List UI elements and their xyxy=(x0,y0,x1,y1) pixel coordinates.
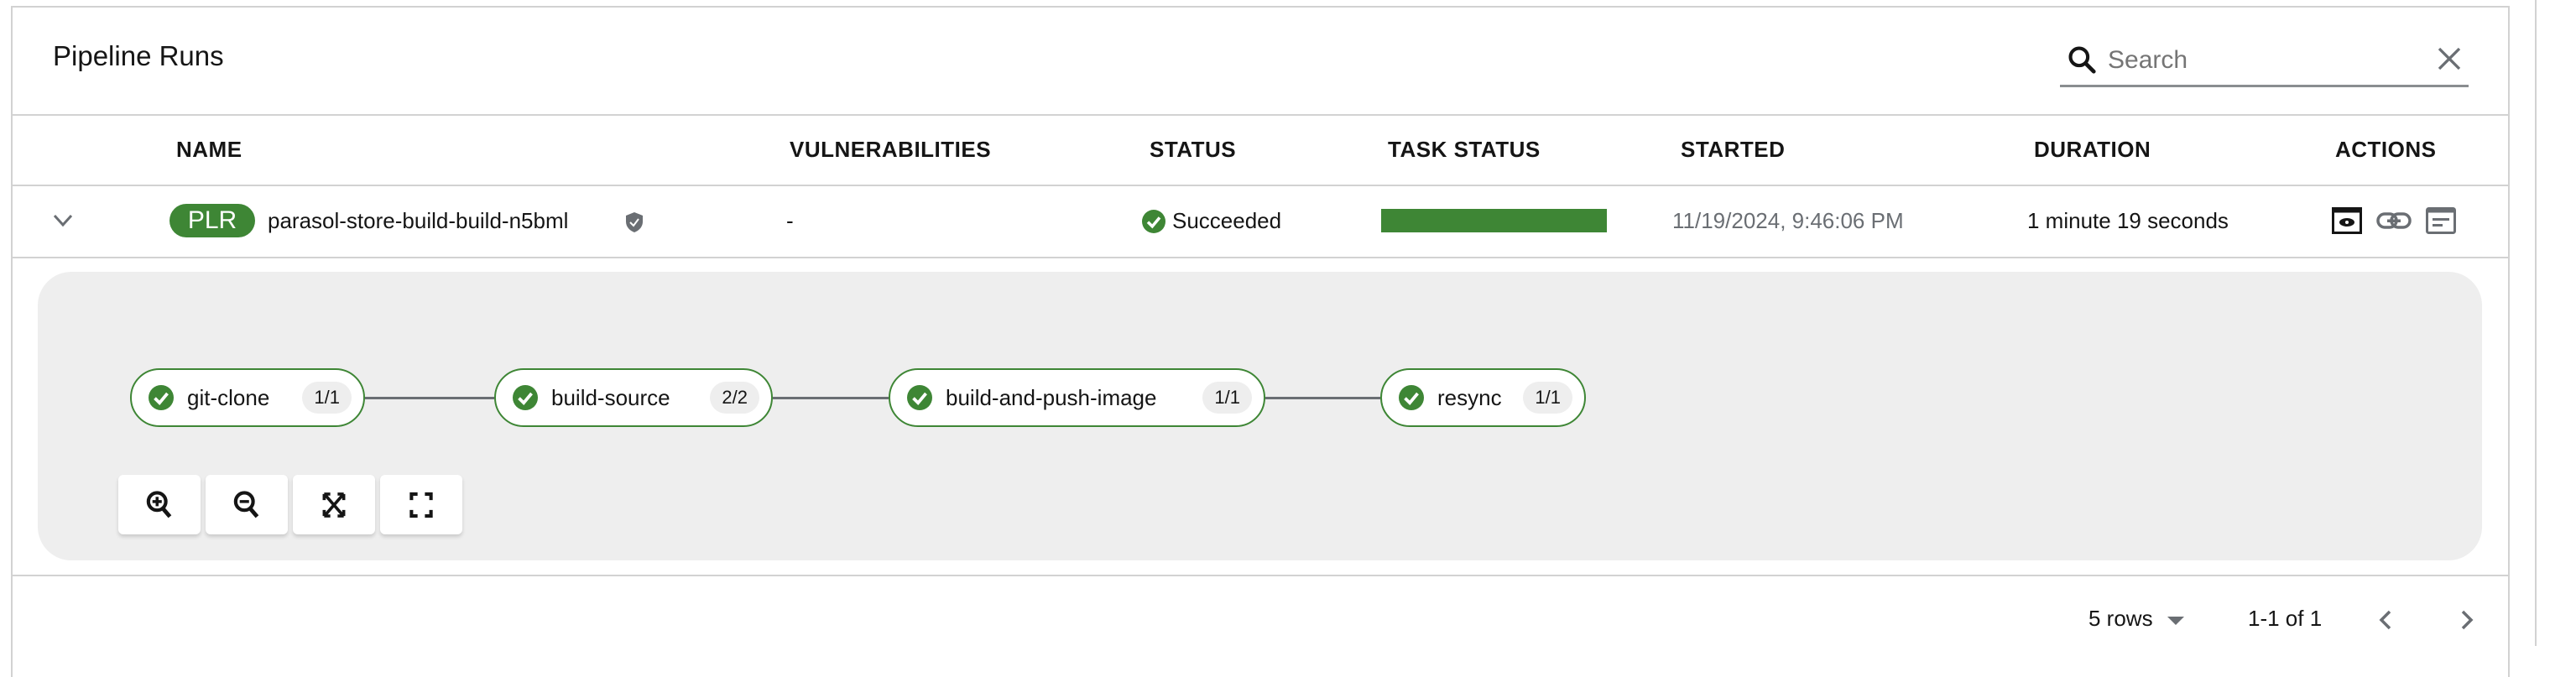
column-header-name[interactable]: NAME xyxy=(176,137,242,163)
search-icon xyxy=(2068,46,2096,74)
fit-to-screen-button[interactable] xyxy=(293,475,375,534)
success-check-icon xyxy=(907,385,932,410)
divider xyxy=(13,114,2509,116)
status-text: Succeeded xyxy=(1172,208,1282,233)
clear-search-icon[interactable] xyxy=(2437,46,2462,71)
summary-icon[interactable] xyxy=(2426,207,2456,234)
task-node-resync[interactable]: resync 1/1 xyxy=(1380,368,1586,427)
pipelinerun-name-link[interactable]: parasol-store-build-build-n5bml xyxy=(268,208,568,234)
column-header-duration[interactable]: DURATION xyxy=(2034,137,2151,163)
task-node-build-and-push-image[interactable]: build-and-push-image 1/1 xyxy=(889,368,1265,427)
success-check-icon xyxy=(149,385,174,410)
column-header-started[interactable]: STARTED xyxy=(1681,137,1785,163)
page-title: Pipeline Runs xyxy=(53,40,224,71)
task-step-count: 1/1 xyxy=(1202,382,1252,414)
success-check-icon xyxy=(1399,385,1424,410)
zoom-in-button[interactable] xyxy=(118,475,201,534)
zoom-out-button[interactable] xyxy=(206,475,288,534)
reset-view-icon xyxy=(409,492,433,518)
task-name: git-clone xyxy=(187,384,270,410)
per-page-select[interactable]: 5 rows xyxy=(2088,606,2153,632)
reset-view-button[interactable] xyxy=(380,475,462,534)
divider xyxy=(13,185,2509,186)
view-logs-icon[interactable] xyxy=(2332,207,2362,234)
search-underline xyxy=(2060,85,2469,87)
column-header-vulnerabilities[interactable]: VULNERABILITIES xyxy=(790,137,991,163)
task-name: resync xyxy=(1437,384,1502,410)
column-header-actions: ACTIONS xyxy=(2335,137,2437,162)
column-header-status[interactable]: STATUS xyxy=(1150,137,1236,163)
success-check-icon xyxy=(513,385,538,410)
task-status-bar xyxy=(1381,209,1607,232)
previous-page-icon[interactable] xyxy=(2378,609,2393,631)
task-step-count: 2/2 xyxy=(710,382,759,414)
divider xyxy=(13,575,2509,576)
task-name: build-and-push-image xyxy=(946,384,1157,410)
divider xyxy=(13,257,2509,258)
scrollbar-track xyxy=(2535,0,2537,646)
success-check-icon xyxy=(1142,210,1165,233)
task-edge xyxy=(1265,397,1380,399)
shield-check-icon xyxy=(626,212,643,232)
duration-value: 1 minute 19 seconds xyxy=(2027,208,2229,233)
zoom-in-icon xyxy=(146,490,172,518)
task-edge xyxy=(365,397,494,399)
fit-to-screen-icon xyxy=(322,492,346,518)
link-icon[interactable] xyxy=(2376,211,2412,230)
task-step-count: 1/1 xyxy=(1523,382,1572,414)
task-name: build-source xyxy=(551,384,670,410)
caret-down-icon[interactable] xyxy=(2167,616,2185,626)
pipelinerun-badge: PLR xyxy=(169,204,255,237)
vulnerabilities-value: - xyxy=(786,208,794,233)
task-step-count: 1/1 xyxy=(302,382,352,414)
column-header-task-status[interactable]: TASK STATUS xyxy=(1388,137,1541,163)
zoom-out-icon xyxy=(233,490,259,518)
task-edge xyxy=(773,397,889,399)
next-page-icon[interactable] xyxy=(2459,609,2474,631)
search-input[interactable] xyxy=(2108,42,2427,79)
task-node-git-clone[interactable]: git-clone 1/1 xyxy=(130,368,365,427)
pagination-range: 1-1 of 1 xyxy=(2248,606,2323,631)
chevron-down-icon[interactable] xyxy=(52,213,74,228)
started-value: 11/19/2024, 9:46:06 PM xyxy=(1672,208,1904,233)
task-node-build-source[interactable]: build-source 2/2 xyxy=(494,368,773,427)
